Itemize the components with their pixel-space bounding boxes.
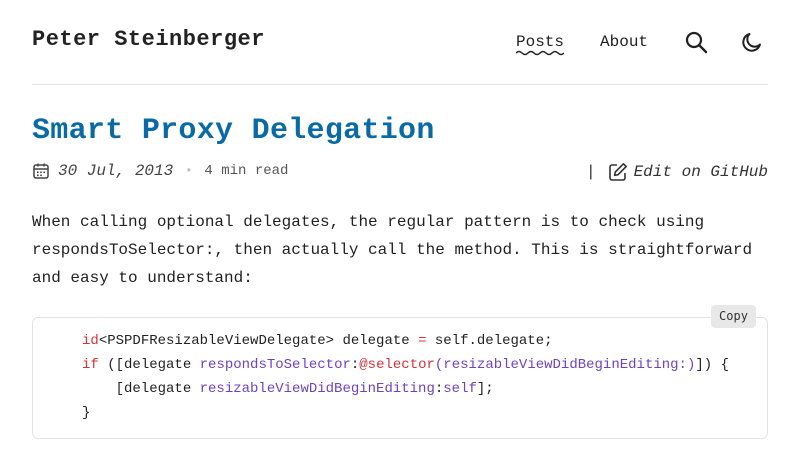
code-line-3: [delegate resizableViewDidBeginEditing:s… xyxy=(82,381,494,397)
nav-about[interactable]: About xyxy=(600,30,648,54)
nav-posts-label: Posts xyxy=(516,33,565,51)
main-nav: Posts About xyxy=(516,30,648,56)
code-token: self.delegate; xyxy=(426,333,553,349)
code-token: @selector xyxy=(359,357,435,373)
code-line-4: } xyxy=(82,405,91,421)
search-button[interactable] xyxy=(683,29,709,55)
moon-icon xyxy=(742,33,761,52)
code-token: ]; xyxy=(476,381,494,397)
code-token: id xyxy=(82,333,99,349)
code-token: self xyxy=(443,381,477,397)
post-title: Smart Proxy Delegation xyxy=(32,114,435,148)
code-token: (resizableViewDidBeginEditing:) xyxy=(434,357,696,373)
code-line-1: id<PSPDFResizableViewDelegate> delegate … xyxy=(82,333,553,349)
active-underline xyxy=(516,50,564,56)
code-token: resizableViewDidBeginEditing xyxy=(199,381,435,397)
code-token: <PSPDFResizableViewDelegate> delegate xyxy=(98,333,419,349)
site-title[interactable]: Peter Steinberger xyxy=(32,27,265,52)
meta-separator-dot: • xyxy=(185,164,193,178)
theme-toggle-button[interactable] xyxy=(739,29,765,55)
code-token: [delegate xyxy=(82,381,200,397)
code-token: ]) { xyxy=(695,357,729,373)
edit-label: Edit on GitHub xyxy=(633,163,768,181)
intro-paragraph: When calling optional delegates, the reg… xyxy=(32,213,753,287)
edit-separator: | xyxy=(585,163,596,181)
nav-posts[interactable]: Posts xyxy=(516,30,565,56)
post-date: 30 Jul, 2013 xyxy=(58,162,174,180)
code-token: if xyxy=(82,357,99,373)
edit-icon xyxy=(608,163,627,181)
header-divider xyxy=(32,84,768,85)
calendar-icon xyxy=(33,163,49,179)
code-content: id<PSPDFResizableViewDelegate> delegate … xyxy=(82,329,729,425)
search-icon xyxy=(685,31,708,54)
code-token: respondsToSelector xyxy=(199,357,351,373)
edit-on-github[interactable]: | Edit on GitHub xyxy=(586,162,768,182)
code-token: ([delegate xyxy=(98,357,200,373)
copy-button[interactable]: Copy xyxy=(711,305,756,328)
page: Peter Steinberger Posts About Smart Prox… xyxy=(0,0,800,450)
code-line-2: if ([delegate respondsToSelector:@select… xyxy=(82,357,729,373)
read-time: 4 min read xyxy=(204,163,289,179)
post-meta: 30 Jul, 2013 • 4 min read xyxy=(32,162,288,180)
